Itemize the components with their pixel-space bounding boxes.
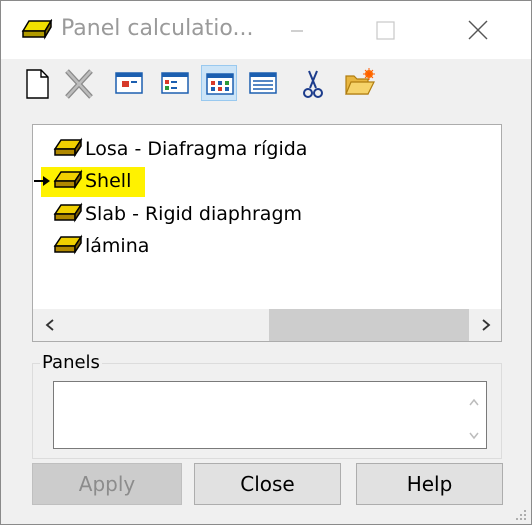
new-button[interactable] [19,65,55,101]
minimize-icon [267,9,327,51]
horizontal-scrollbar[interactable] [33,309,501,341]
view-list-button[interactable] [201,65,237,101]
scrollbar-thumb[interactable] [269,309,469,341]
panels-group-label: Panels [40,352,102,373]
apply-button[interactable]: Apply [32,463,182,505]
open-button[interactable] [341,65,377,101]
list-item-label: lámina [85,235,150,257]
panel-calculation-window: Panel calculatio... Losa - Diafragma ríg… [0,0,532,525]
close-icon [447,9,507,51]
maximize-button[interactable] [355,9,415,51]
list-item[interactable]: Losa - Diafragma rígida [33,135,473,165]
delete-x-icon [61,68,97,100]
close-window-button[interactable] [447,9,507,51]
delete-button[interactable] [61,65,97,101]
chevron-right-icon[interactable] [479,317,493,333]
list-item-label: Shell [83,167,146,197]
maximize-icon [355,9,415,51]
list-item[interactable]: lámina [33,232,473,262]
folder-open-icon [341,68,377,98]
panel-yellow-icon [21,18,53,41]
view-details-button[interactable] [245,65,281,101]
small-icons-view-icon [157,68,193,98]
panel-yellow-icon [53,169,83,193]
list-item[interactable]: Slab - Rigid diaphragm [33,200,473,230]
window-title: Panel calculatio... [61,16,254,41]
view-large-button[interactable] [111,65,147,101]
panel-calculation-list[interactable]: Losa - Diafragma rígida Shell Slab - Rig… [32,124,502,342]
list-item-label: Slab - Rigid diaphragm [85,203,303,225]
help-button[interactable]: Help [356,463,503,505]
panel-yellow-icon [53,137,83,161]
panel-yellow-icon [53,234,83,258]
panels-textarea[interactable] [53,381,487,449]
arrow-right-icon [33,173,51,189]
large-icons-view-icon [111,68,147,98]
view-small-button[interactable] [157,65,193,101]
cut-button[interactable] [295,65,331,101]
panel-yellow-icon [53,202,83,226]
title-bar[interactable]: Panel calculatio... [1,1,531,59]
chevron-down-icon[interactable] [468,426,480,440]
resize-grip-icon[interactable] [513,506,527,520]
scissors-icon [295,68,331,100]
list-item-label: Losa - Diafragma rígida [85,138,308,160]
list-view-icon [202,69,236,99]
details-view-icon [245,68,281,98]
vertical-scrollbar[interactable] [462,382,486,448]
chevron-left-icon[interactable] [43,317,57,333]
chevron-up-icon[interactable] [468,392,480,406]
toolbar [19,63,419,103]
close-button[interactable]: Close [194,463,341,505]
list-item-selected[interactable]: Shell [33,167,473,197]
minimize-button[interactable] [267,9,327,51]
new-document-icon [19,68,55,100]
